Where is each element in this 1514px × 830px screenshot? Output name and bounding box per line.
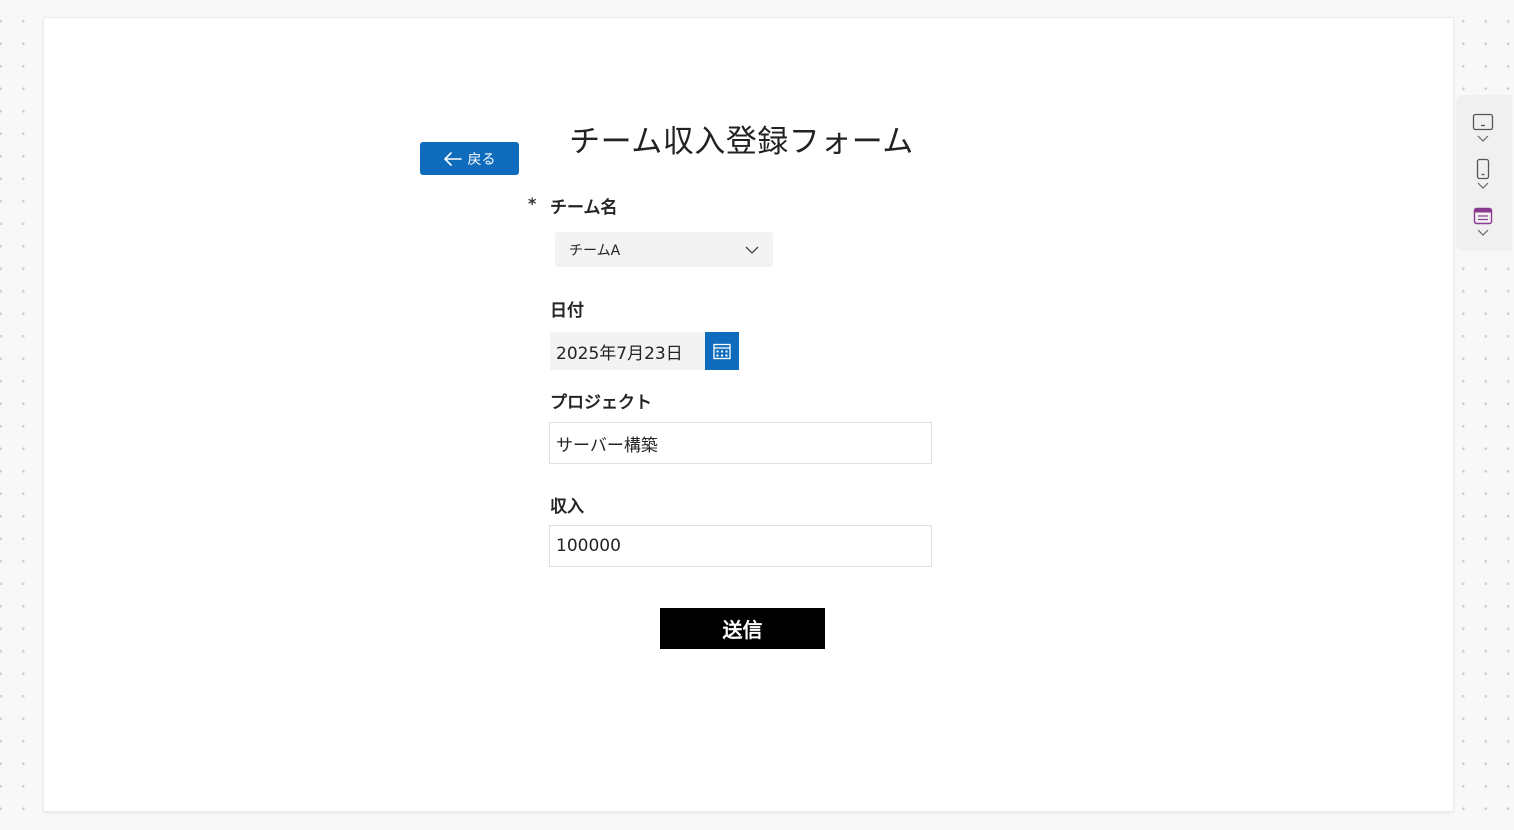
submit-button[interactable]: 送信 bbox=[660, 608, 825, 649]
form-icon bbox=[1473, 207, 1493, 225]
tablet-icon bbox=[1472, 113, 1494, 131]
chevron-down-icon bbox=[745, 246, 759, 254]
income-input[interactable]: 100000 bbox=[549, 525, 932, 567]
app-canvas: 戻る チーム収入登録フォーム * チーム名 チームA 日付 2025年7月23日… bbox=[44, 18, 1453, 811]
tablet-view-button[interactable] bbox=[1470, 113, 1496, 143]
project-label: プロジェクト bbox=[550, 393, 652, 413]
form-view-button[interactable] bbox=[1470, 207, 1496, 237]
project-input[interactable]: サーバー構築 bbox=[549, 422, 932, 464]
income-label: 収入 bbox=[550, 497, 584, 517]
date-input[interactable]: 2025年7月23日 bbox=[550, 332, 705, 370]
date-label: 日付 bbox=[550, 301, 584, 321]
team-name-dropdown[interactable]: チームA bbox=[555, 232, 773, 267]
phone-icon bbox=[1476, 158, 1490, 180]
right-toolbar bbox=[1456, 95, 1512, 251]
required-mark: * bbox=[528, 194, 537, 213]
chevron-down-icon bbox=[1477, 182, 1489, 189]
team-name-value: チームA bbox=[569, 242, 621, 259]
page-title: チーム収入登録フォーム bbox=[569, 124, 914, 160]
calendar-button[interactable] bbox=[705, 332, 739, 370]
team-name-label: チーム名 bbox=[550, 198, 618, 218]
date-picker: 2025年7月23日 bbox=[550, 332, 739, 370]
arrow-left-icon bbox=[443, 151, 462, 166]
chevron-down-icon bbox=[1477, 229, 1489, 236]
phone-view-button[interactable] bbox=[1470, 158, 1496, 190]
calendar-icon bbox=[713, 343, 731, 359]
chevron-down-icon bbox=[1477, 135, 1489, 142]
